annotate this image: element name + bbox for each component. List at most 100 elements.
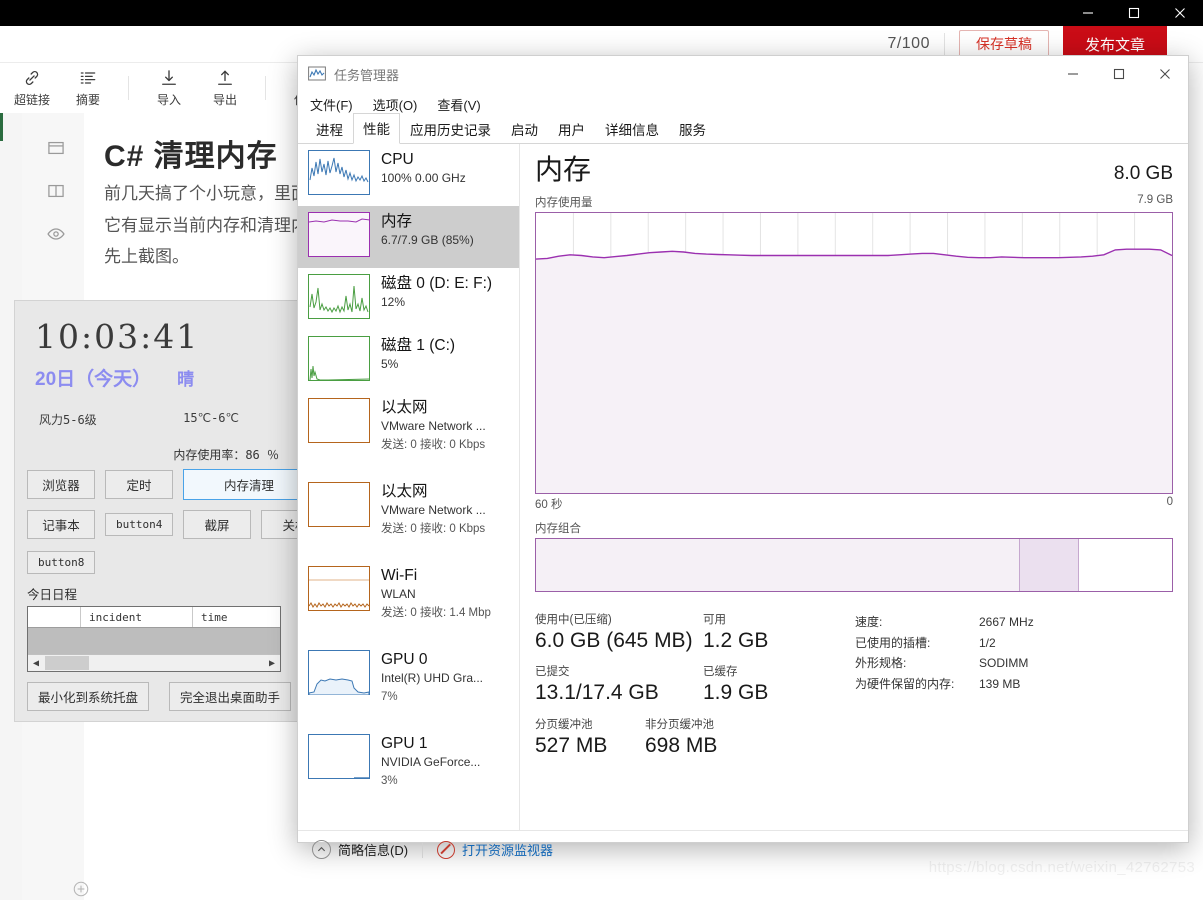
widget-temperature: 15℃-6℃	[183, 411, 239, 425]
task-manager-footer: 简略信息(D) 打开资源监视器	[298, 830, 1188, 868]
open-resource-monitor-button[interactable]: 打开资源监视器	[437, 840, 553, 859]
sidebar-item-disk1[interactable]: 磁盘 1 (C:) 5%	[298, 330, 519, 392]
sidebar-item-sub2: 发送: 0 接收: 0 Kbps	[381, 523, 486, 535]
toolbar-summary-button[interactable]: 摘要	[60, 68, 116, 108]
spec-row-reserved: 为硬件保留的内存: 139 MB	[855, 674, 1034, 695]
widget-weather-meta: 风力5-6级 15℃-6℃	[15, 391, 297, 428]
close-icon[interactable]	[1157, 0, 1203, 26]
save-draft-button[interactable]: 保存草稿	[958, 30, 1049, 58]
tab-users[interactable]: 用户	[548, 114, 595, 144]
widget-memory-clean-button[interactable]: 内存清理	[183, 469, 315, 500]
stat-label: 分页缓冲池	[535, 718, 593, 731]
ethernet-thumbnail-icon-2	[308, 482, 370, 527]
sidebar-item-cpu[interactable]: CPU 100% 0.00 GHz	[298, 144, 519, 206]
sidebar-item-name: CPU	[381, 151, 414, 168]
toolbar-link-button[interactable]: 超链接	[4, 68, 60, 108]
task-manager-window-controls	[1050, 56, 1188, 92]
total-memory: 8.0 GB	[1113, 163, 1173, 184]
resource-sidebar[interactable]: CPU 100% 0.00 GHz 内存 6.7/7.9 GB (85%) 磁盘…	[298, 144, 520, 830]
memory-stats-left: 使用中(已压缩) 6.0 GB (645 MB) 可用 1.2 GB 已提交 1…	[535, 612, 835, 769]
import-icon	[159, 68, 179, 88]
tab-services[interactable]: 服务	[669, 114, 716, 144]
sidebar-item-memory[interactable]: 内存 6.7/7.9 GB (85%)	[298, 206, 519, 268]
sidebar-item-name: 磁盘 0 (D: E: F:)	[381, 275, 493, 292]
task-manager-tabs: 进程 性能 应用历史记录 启动 用户 详细信息 服务	[298, 113, 1188, 144]
scroll-left-icon[interactable]: ◀	[28, 658, 44, 669]
memory-stats-row-2: 已提交 13.1/17.4 GB 已缓存 1.9 GB	[535, 664, 835, 716]
widget-memory-rate: 内存使用率：86 ％	[173, 448, 279, 462]
tab-performance[interactable]: 性能	[353, 113, 400, 144]
sidebar-item-disk0[interactable]: 磁盘 0 (D: E: F:) 12%	[298, 268, 519, 330]
maximize-icon[interactable]	[1111, 0, 1157, 26]
table-horizontal-scrollbar[interactable]: ◀ ▶	[28, 654, 280, 671]
memory-statistics: 使用中(已压缩) 6.0 GB (645 MB) 可用 1.2 GB 已提交 1…	[535, 612, 1173, 769]
spec-label: 已使用的插槽:	[855, 635, 931, 650]
widget-browser-button[interactable]: 浏览器	[27, 470, 95, 499]
sidebar-item-sub2: 发送: 0 接收: 1.4 Mbp	[381, 607, 491, 619]
maximize-icon[interactable]	[1096, 56, 1142, 92]
sidebar-item-ethernet-1[interactable]: 以太网 VMware Network ... 发送: 0 接收: 0 Kbps	[298, 392, 519, 454]
widget-button8[interactable]: button8	[27, 551, 96, 574]
fewer-details-label: 简略信息(D)	[338, 843, 409, 858]
browser-titlebar	[0, 0, 1203, 26]
memory-composition-label: 内存组合	[535, 523, 581, 535]
toolbar-import-label: 导入	[156, 93, 181, 107]
tab-details[interactable]: 详细信息	[595, 114, 669, 144]
stat-label: 已缓存	[703, 666, 738, 679]
fewer-details-button[interactable]: 简略信息(D)	[312, 840, 408, 859]
chevron-up-icon	[312, 840, 331, 859]
ethernet-thumbnail-icon	[308, 398, 370, 443]
sidebar-item-gpu1[interactable]: GPU 1 NVIDIA GeForce... 3%	[298, 728, 519, 790]
tab-app-history[interactable]: 应用历史记录	[400, 114, 501, 144]
toolbar-import-button[interactable]: 导入	[141, 68, 197, 108]
spec-row-formfactor: 外形规格: SODIMM	[855, 653, 1034, 674]
card-layout-icon[interactable]	[46, 138, 66, 163]
sidebar-item-name: 以太网	[381, 399, 428, 416]
sidebar-item-text: 磁盘 0 (D: E: F:) 12%	[381, 274, 492, 311]
menu-file[interactable]: 文件(F)	[310, 95, 353, 114]
widget-button4[interactable]: button4	[105, 513, 173, 536]
minimize-icon[interactable]	[1050, 56, 1096, 92]
spec-value: 2667 MHz	[979, 615, 1034, 629]
page-title: 内存	[535, 154, 592, 185]
close-icon[interactable]	[1142, 56, 1188, 92]
widget-minimize-tray-button[interactable]: 最小化到系统托盘	[27, 682, 150, 711]
sidebar-item-sub: Intel(R) UHD Gra...	[381, 671, 484, 685]
preview-eye-icon[interactable]	[46, 224, 66, 249]
tab-startup[interactable]: 启动	[501, 114, 548, 144]
widget-timer-button[interactable]: 定时	[105, 470, 173, 499]
memory-usage-chart-svg	[536, 213, 1172, 493]
scroll-right-icon[interactable]: ▶	[264, 658, 280, 669]
sidebar-item-sub2: 7%	[381, 691, 398, 703]
tab-processes[interactable]: 进程	[306, 114, 353, 144]
spec-label: 速度:	[855, 615, 883, 629]
menu-options[interactable]: 选项(O)	[373, 95, 418, 114]
axis-right-label: 0	[1166, 496, 1173, 508]
stat-committed: 已提交 13.1/17.4 GB	[535, 664, 703, 706]
stat-in-use: 使用中(已压缩) 6.0 GB (645 MB)	[535, 612, 703, 654]
spec-row-slots: 已使用的插槽: 1/2	[855, 633, 1034, 654]
menu-view[interactable]: 查看(V)	[437, 95, 480, 114]
scroll-thumb[interactable]	[45, 656, 89, 670]
stat-available: 可用 1.2 GB	[703, 612, 813, 654]
split-layout-icon[interactable]	[46, 181, 66, 206]
stat-paged-pool: 分页缓冲池 527 MB	[535, 717, 645, 759]
sidebar-item-ethernet-2[interactable]: 以太网 VMware Network ... 发送: 0 接收: 0 Kbps	[298, 476, 519, 538]
widget-button-row-2: 记事本 button4 截屏 关机	[15, 500, 329, 539]
sidebar-item-wifi[interactable]: Wi-Fi WLAN 发送: 0 接收: 1.4 Mbp	[298, 560, 519, 622]
sidebar-item-gpu0[interactable]: GPU 0 Intel(R) UHD Gra... 7%	[298, 644, 519, 706]
toolbar-divider	[128, 76, 129, 100]
link-icon	[22, 68, 42, 88]
widget-screenshot-button[interactable]: 截屏	[183, 510, 251, 539]
toolbar-export-button[interactable]: 导出	[197, 68, 253, 108]
sidebar-item-sub2: 发送: 0 接收: 0 Kbps	[381, 439, 486, 451]
sidebar-item-sub: VMware Network ...	[381, 503, 486, 517]
widget-exit-button[interactable]: 完全退出桌面助手	[169, 682, 292, 711]
minimize-icon[interactable]	[1065, 0, 1111, 26]
table-header-time: time	[201, 610, 228, 624]
widget-notepad-button[interactable]: 记事本	[27, 510, 95, 539]
widget-schedule-label: 今日日程	[27, 588, 78, 602]
sidebar-item-name: GPU 1	[381, 735, 428, 752]
widget-schedule-table[interactable]: incident time ◀ ▶	[27, 606, 281, 672]
summary-icon	[78, 68, 98, 88]
